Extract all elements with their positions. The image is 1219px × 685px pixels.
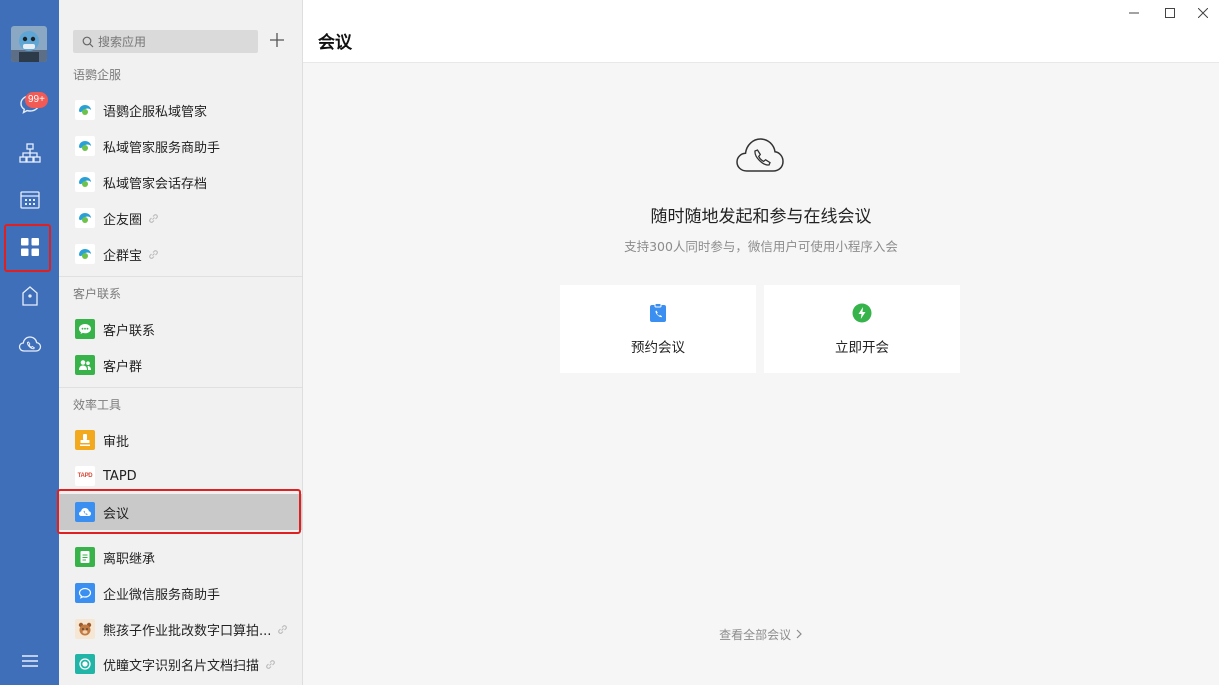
page-title: 会议 bbox=[318, 33, 352, 53]
org-chart-icon bbox=[18, 143, 41, 167]
yuying-logo-icon bbox=[75, 100, 95, 120]
section-title-customer-contact: 客户联系 bbox=[73, 287, 122, 301]
app-item-ocr-scanner[interactable]: 优瞳文字识别名片文档扫描 bbox=[59, 646, 302, 682]
close-icon bbox=[1197, 3, 1209, 22]
link-icon bbox=[148, 249, 159, 260]
schedule-meeting-label: 预约会议 bbox=[631, 339, 685, 356]
app-label: 审批 bbox=[103, 434, 130, 450]
section-title-efficiency-tools: 效率工具 bbox=[73, 398, 122, 412]
app-label: 优瞳文字识别名片文档扫描 bbox=[103, 658, 260, 674]
search-input[interactable] bbox=[96, 33, 250, 50]
chat-icon bbox=[75, 319, 95, 339]
app-label: TAPD bbox=[103, 468, 137, 484]
lightning-icon bbox=[852, 303, 872, 327]
app-item-session-archive[interactable]: 私域管家会话存档 bbox=[59, 164, 302, 200]
minimize-icon bbox=[1129, 3, 1139, 22]
nav-rail: 99+ bbox=[0, 0, 59, 685]
ocr-eye-icon bbox=[75, 654, 95, 674]
start-meeting-label: 立即开会 bbox=[835, 339, 889, 356]
app-item-approval[interactable]: 审批 bbox=[59, 422, 302, 458]
stamp-icon bbox=[75, 430, 95, 450]
app-label: 私域管家会话存档 bbox=[103, 176, 208, 192]
app-item-private-domain-assistant[interactable]: 私域管家服务商助手 bbox=[59, 128, 302, 164]
hero-title: 随时随地发起和参与在线会议 bbox=[650, 207, 872, 227]
bear-avatar-icon bbox=[75, 619, 95, 639]
app-label: 客户联系 bbox=[103, 323, 156, 339]
hamburger-icon bbox=[21, 653, 39, 672]
main-content: 会议 随时随地发起和参与在线会议 支持300人同时参与，微信用户可使用小程序入会… bbox=[303, 0, 1219, 685]
app-label: 企业微信服务商助手 bbox=[103, 587, 221, 603]
app-item-homework-checker[interactable]: 熊孩子作业批改数字口算拍... bbox=[59, 611, 302, 647]
document-icon bbox=[75, 547, 95, 567]
app-item-customer-contact[interactable]: 客户联系 bbox=[59, 311, 302, 347]
yuying-logo-icon bbox=[75, 208, 95, 228]
app-item-qiyouquan[interactable]: 企友圈 bbox=[59, 200, 302, 236]
app-label: 离职继承 bbox=[103, 551, 156, 567]
contacts-button[interactable] bbox=[0, 133, 59, 177]
app-item-resignation-inheritance[interactable]: 离职继承 bbox=[59, 539, 302, 575]
building-icon bbox=[20, 285, 40, 311]
cloud-phone-icon bbox=[735, 133, 785, 179]
clipboard-phone-icon bbox=[649, 302, 667, 327]
link-icon bbox=[277, 624, 288, 635]
yuying-logo-icon bbox=[75, 244, 95, 264]
cloud-phone-icon bbox=[18, 334, 42, 358]
calendar-icon bbox=[19, 190, 41, 214]
calendar-button[interactable] bbox=[0, 180, 59, 224]
search-icon bbox=[82, 36, 94, 48]
yuying-logo-icon bbox=[75, 172, 95, 192]
link-icon bbox=[148, 213, 159, 224]
section-divider bbox=[59, 276, 302, 277]
meeting-button[interactable] bbox=[0, 324, 59, 368]
avatar[interactable] bbox=[11, 26, 47, 62]
close-button[interactable] bbox=[1188, 3, 1218, 21]
view-all-meetings-link[interactable]: 查看全部会议 bbox=[303, 626, 1219, 643]
app-list-panel: 语鹦企服 语鹦企服私域管家 私域管家服务商助手 私域管家会话存档 企友圈 企群宝 bbox=[59, 0, 303, 685]
company-button[interactable] bbox=[0, 276, 59, 320]
add-app-button[interactable] bbox=[267, 32, 287, 52]
link-icon bbox=[265, 659, 276, 670]
menu-button[interactable] bbox=[0, 640, 59, 684]
hero-subtitle: 支持300人同时参与，微信用户可使用小程序入会 bbox=[624, 239, 898, 254]
schedule-meeting-button[interactable]: 预约会议 bbox=[560, 285, 756, 373]
app-label: 企群宝 bbox=[103, 248, 143, 264]
yuying-logo-icon bbox=[75, 136, 95, 156]
minimize-button[interactable] bbox=[1119, 3, 1149, 21]
app-item-qiqunbao[interactable]: 企群宝 bbox=[59, 236, 302, 272]
app-item-customer-group[interactable]: 客户群 bbox=[59, 347, 302, 383]
app-label: 私域管家服务商助手 bbox=[103, 140, 221, 156]
chevron-right-icon bbox=[795, 628, 803, 642]
app-item-wecom-provider-assistant[interactable]: 企业微信服务商助手 bbox=[59, 575, 302, 611]
unread-badge: 99+ bbox=[25, 92, 48, 108]
view-all-label: 查看全部会议 bbox=[719, 628, 792, 642]
app-label: 语鹦企服私域管家 bbox=[103, 104, 208, 120]
search-box[interactable] bbox=[73, 30, 258, 53]
group-icon bbox=[75, 355, 95, 375]
maximize-button[interactable] bbox=[1155, 3, 1185, 21]
app-label: 企友圈 bbox=[103, 212, 143, 228]
tapd-logo-icon: TAPD bbox=[75, 466, 95, 486]
app-label: 熊孩子作业批改数字口算拍... bbox=[103, 623, 272, 639]
maximize-icon bbox=[1165, 3, 1175, 22]
meeting-highlight-box bbox=[57, 489, 301, 534]
start-meeting-button[interactable]: 立即开会 bbox=[764, 285, 960, 373]
section-title-yuying: 语鹦企服 bbox=[73, 68, 122, 82]
section-divider bbox=[59, 387, 302, 388]
plus-icon bbox=[269, 32, 285, 52]
workbench-highlight-box bbox=[4, 224, 51, 272]
service-chat-icon bbox=[75, 583, 95, 603]
app-item-yuying-private-domain[interactable]: 语鹦企服私域管家 bbox=[59, 92, 302, 128]
app-label: 客户群 bbox=[103, 359, 143, 375]
